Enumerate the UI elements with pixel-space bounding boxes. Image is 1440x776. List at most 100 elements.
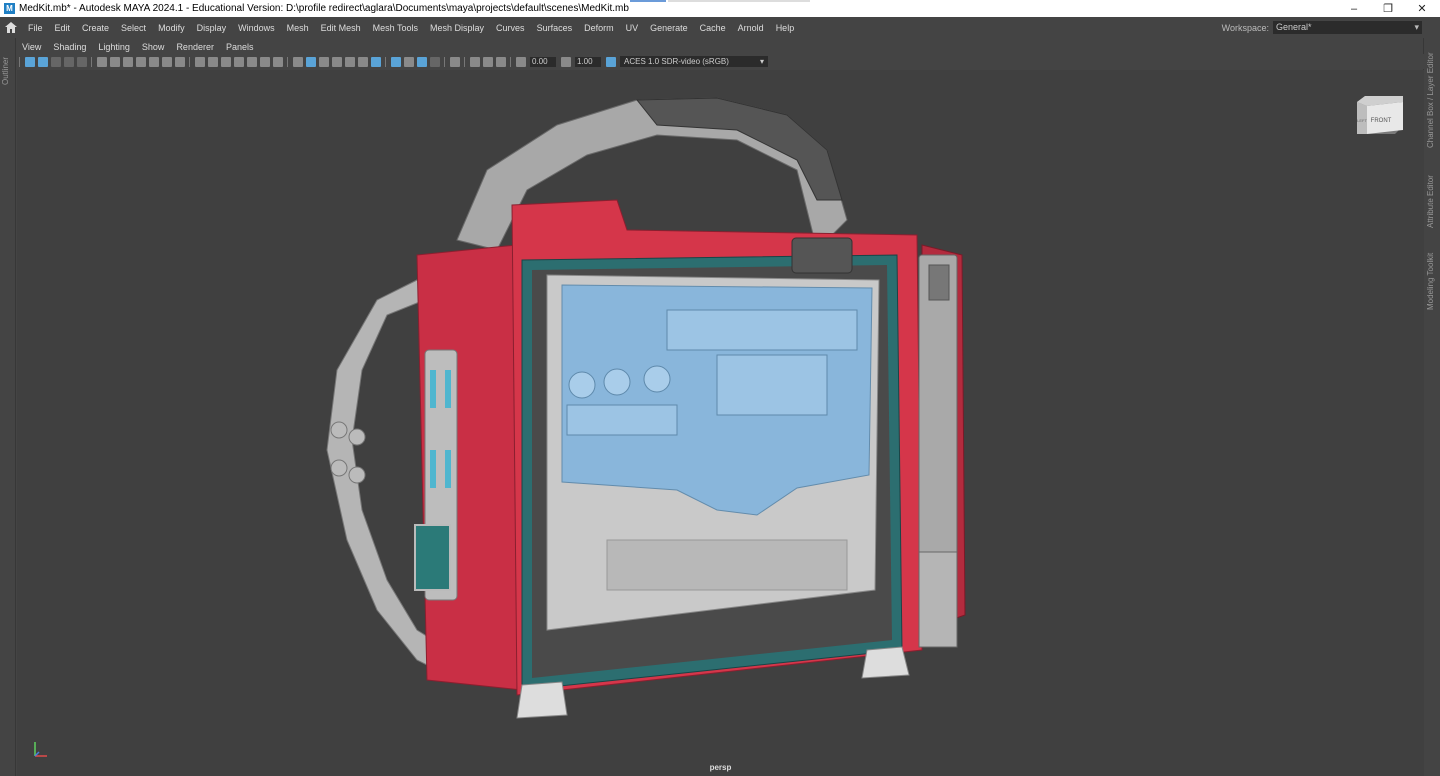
panel-menu-renderer[interactable]: Renderer [170, 42, 220, 52]
menu-uv[interactable]: UV [620, 23, 645, 33]
view-cube-front-label: FRONT [1371, 118, 1392, 124]
panel-menu-bar: View Shading Lighting Show Renderer Pane… [16, 40, 260, 53]
attribute-editor-tab[interactable]: Attribute Editor [1426, 175, 1435, 228]
select-mode-icon[interactable] [449, 56, 460, 67]
toolbar-separator [19, 56, 20, 67]
menu-arnold[interactable]: Arnold [732, 23, 770, 33]
menu-mesh[interactable]: Mesh [281, 23, 315, 33]
workspace-selector: Workspace: General* ▾ [1222, 19, 1440, 36]
panel-menu-view[interactable]: View [16, 42, 47, 52]
toolbar-separator [464, 56, 465, 67]
hud-icon[interactable] [429, 56, 440, 67]
camera-label: persp [709, 763, 732, 772]
shadows-icon[interactable] [344, 56, 355, 67]
minimize-button[interactable]: – [1337, 0, 1371, 17]
grid-icon[interactable] [194, 56, 205, 67]
menu-create[interactable]: Create [76, 23, 115, 33]
channel-box-tab[interactable]: Channel Box / Layer Editor [1426, 52, 1435, 148]
film-gate-icon[interactable] [96, 56, 107, 67]
panel-menu-panels[interactable]: Panels [220, 42, 260, 52]
color-space-dropdown[interactable]: ACES 1.0 SDR-video (sRGB) ▾ [620, 56, 768, 67]
menu-help[interactable]: Help [770, 23, 801, 33]
menu-deform[interactable]: Deform [578, 23, 620, 33]
panel-menu-lighting[interactable]: Lighting [92, 42, 136, 52]
color-management-icon[interactable] [605, 56, 616, 67]
menu-mesh-display[interactable]: Mesh Display [424, 23, 490, 33]
toolbar-separator [385, 56, 386, 67]
toolbar-separator [91, 56, 92, 67]
select-camera-icon[interactable] [24, 56, 35, 67]
menu-windows[interactable]: Windows [232, 23, 281, 33]
menu-select[interactable]: Select [115, 23, 152, 33]
toolbar-separator [287, 56, 288, 67]
smooth-shaded-icon[interactable] [305, 56, 316, 67]
view-cube[interactable]: FRONT LEFT [1357, 96, 1403, 134]
panel-menu-show[interactable]: Show [136, 42, 171, 52]
right-panel-strip: Channel Box / Layer Editor Attribute Edi… [1423, 38, 1440, 776]
camera-attributes-icon[interactable] [76, 56, 87, 67]
use-all-lights-icon[interactable] [331, 56, 342, 67]
menu-cache[interactable]: Cache [694, 23, 732, 33]
xray-icon[interactable] [246, 56, 257, 67]
menu-edit-mesh[interactable]: Edit Mesh [315, 23, 367, 33]
menu-modify[interactable]: Modify [152, 23, 191, 33]
menu-generate[interactable]: Generate [644, 23, 694, 33]
ambient-occlusion-icon[interactable] [357, 56, 368, 67]
gamma-icon[interactable] [560, 56, 571, 67]
toolbar-separator [510, 56, 511, 67]
bookmark-icon[interactable] [50, 56, 61, 67]
menu-curves[interactable]: Curves [490, 23, 531, 33]
panel-menu-shading[interactable]: Shading [47, 42, 92, 52]
chevron-down-icon: ▾ [759, 57, 764, 66]
workspace-dropdown[interactable]: General* ▾ [1273, 21, 1422, 34]
safe-action-icon[interactable] [148, 56, 159, 67]
gate-mask-icon[interactable] [122, 56, 133, 67]
textured-icon[interactable] [318, 56, 329, 67]
restore-button[interactable]: ❐ [1371, 0, 1405, 17]
panel-toolbar: 0.00 1.00 ACES 1.0 SDR-video (sRGB) ▾ [16, 54, 1424, 69]
menu-display[interactable]: Display [191, 23, 233, 33]
field-chart-icon[interactable] [135, 56, 146, 67]
image-plane-icon[interactable] [63, 56, 74, 67]
depth-of-field-icon[interactable] [416, 56, 427, 67]
menu-file[interactable]: File [22, 23, 49, 33]
tab-indicator-2 [668, 0, 810, 2]
medkit-model [326, 97, 966, 719]
menu-surfaces[interactable]: Surfaces [531, 23, 579, 33]
menu-mesh-tools[interactable]: Mesh Tools [367, 23, 424, 33]
toolbar-separator [444, 56, 445, 67]
left-panel-strip: Outliner [0, 38, 16, 776]
home-icon[interactable] [0, 22, 22, 33]
color-space-value: ACES 1.0 SDR-video (sRGB) [624, 57, 729, 66]
gamma-field[interactable]: 1.00 [575, 56, 601, 67]
perspective-viewport[interactable]: FRONT LEFT persp [17, 70, 1424, 776]
wireframe-icon[interactable] [207, 56, 218, 67]
exposure-field[interactable]: 0.00 [530, 56, 556, 67]
layout-icon[interactable] [482, 56, 493, 67]
isolate-select-icon[interactable] [370, 56, 381, 67]
resolution-gate-icon[interactable] [109, 56, 120, 67]
pencil-icon[interactable] [174, 56, 185, 67]
lock-camera-icon[interactable] [37, 56, 48, 67]
view-cube-left-label: LEFT [1357, 118, 1367, 123]
close-button[interactable]: ✕ [1405, 0, 1439, 17]
xray-components-icon[interactable] [272, 56, 283, 67]
exposure-icon[interactable] [515, 56, 526, 67]
menu-edit[interactable]: Edit [49, 23, 77, 33]
tab-indicator [630, 0, 666, 2]
safe-title-icon[interactable] [161, 56, 172, 67]
workspace-value: General* [1276, 22, 1312, 32]
xray-joints-icon[interactable] [259, 56, 270, 67]
modeling-toolkit-tab[interactable]: Modeling Toolkit [1426, 253, 1435, 310]
outliner-tab[interactable]: Outliner [1, 57, 10, 85]
title-bar: M MedKit.mb* - Autodesk MAYA 2024.1 - Ed… [0, 0, 1440, 17]
multisample-icon[interactable] [403, 56, 414, 67]
two-panel-icon[interactable] [469, 56, 480, 67]
motion-blur-icon[interactable] [390, 56, 401, 67]
default-material-icon[interactable] [233, 56, 244, 67]
wireframe-shaded-icon[interactable] [292, 56, 303, 67]
smooth-shade-icon[interactable] [220, 56, 231, 67]
chevron-down-icon: ▾ [1414, 22, 1419, 32]
exposure-toggle-icon[interactable] [495, 56, 506, 67]
maya-icon: M [4, 3, 15, 14]
